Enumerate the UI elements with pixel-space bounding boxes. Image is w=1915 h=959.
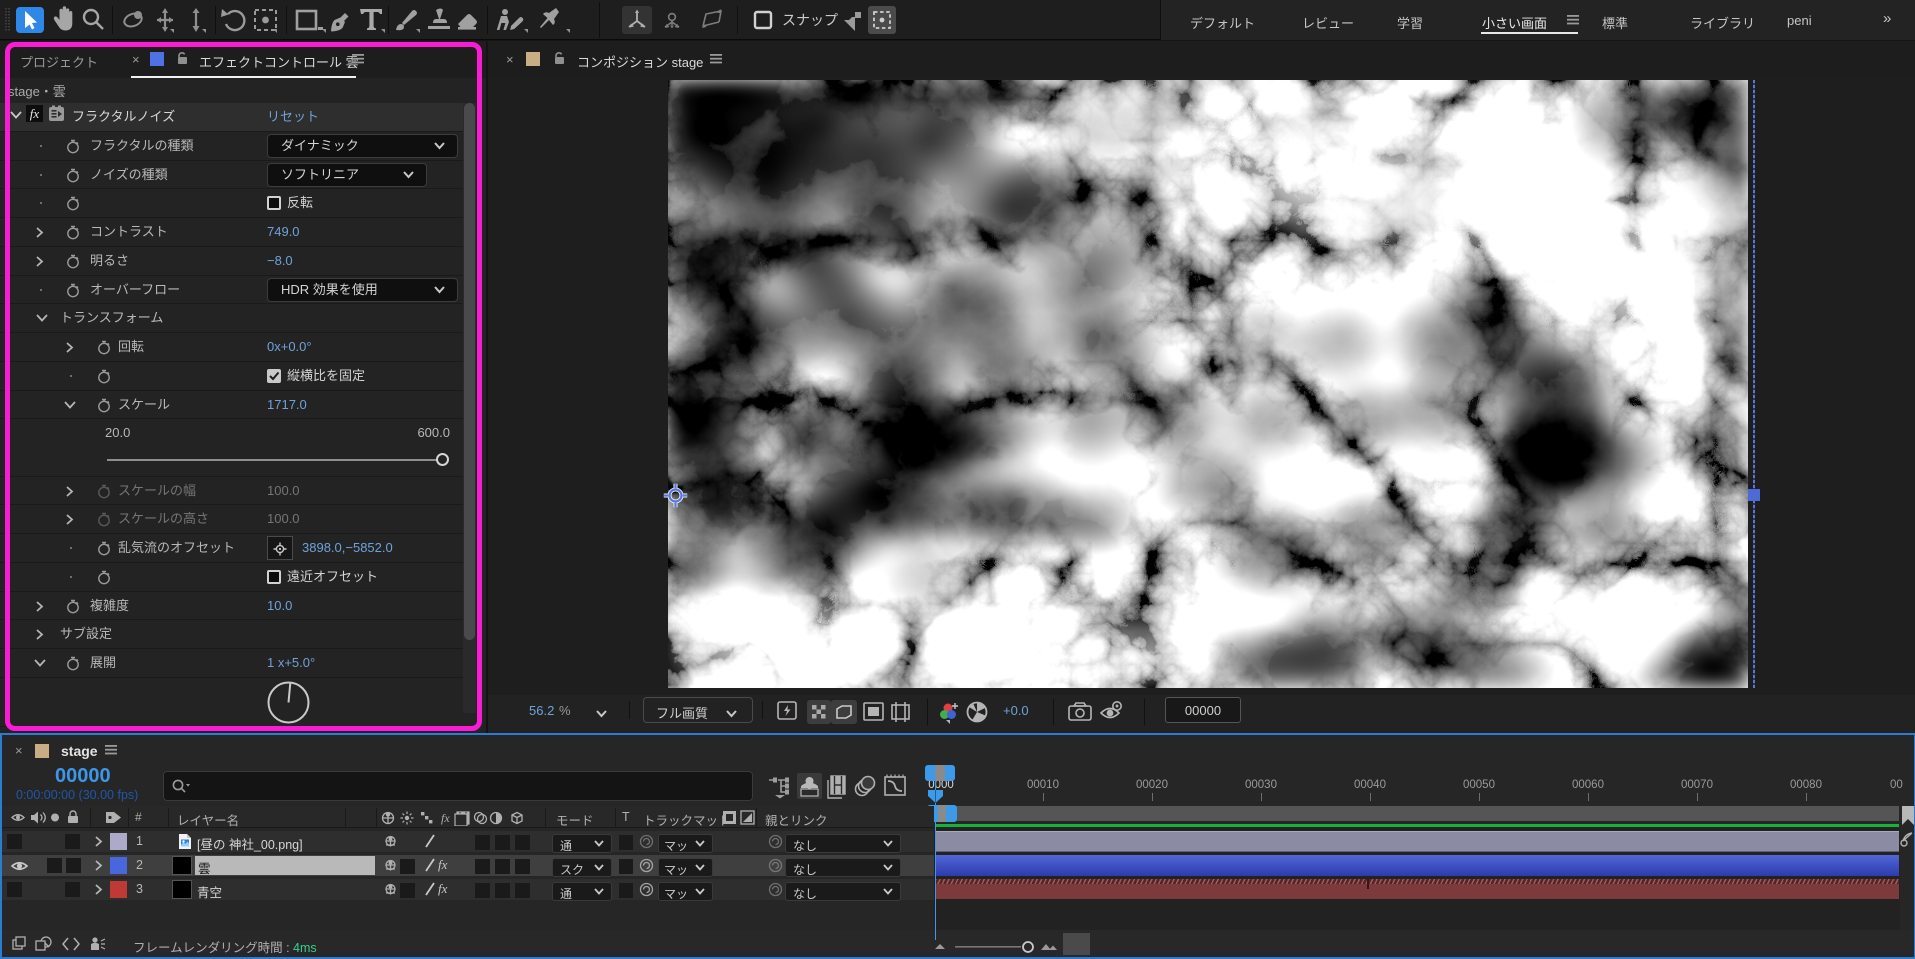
svg-text:fx: fx — [441, 811, 450, 825]
svg-text:スナップ: スナップ — [782, 12, 838, 28]
